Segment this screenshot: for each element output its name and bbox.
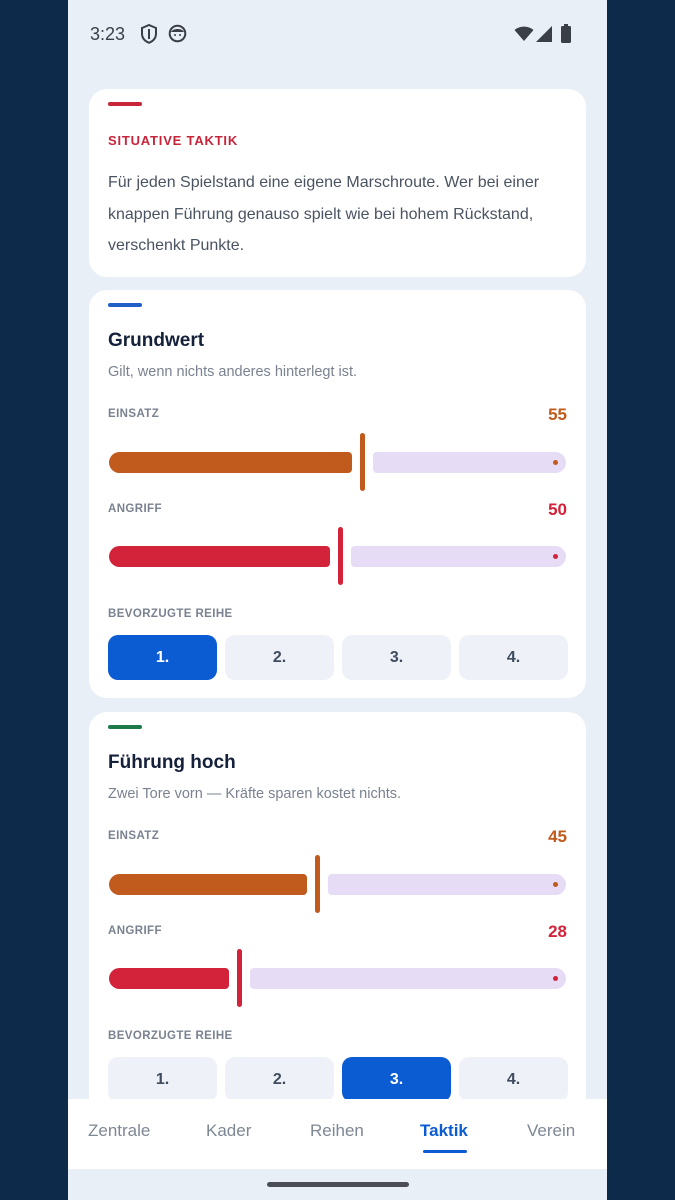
slider-fill	[109, 546, 330, 567]
angriff-label: ANGRIFF	[108, 503, 162, 515]
einsatz-label: EINSATZ	[108, 408, 160, 420]
phone-screen: 3:23 SITUATIVE TAKTIK Für jeden Spielsta…	[68, 0, 607, 1200]
tactic-card-fuehrung-hoch: Führung hoch Zwei Tore vorn — Kräfte spa…	[89, 712, 586, 1132]
nav-item-kader[interactable]: Kader	[206, 1121, 251, 1141]
reihe-option-1[interactable]: 1.	[108, 635, 217, 680]
tactic-title: Führung hoch	[108, 752, 236, 773]
accent-bar	[108, 303, 142, 307]
reihe-option-2[interactable]: 2.	[225, 635, 334, 680]
reihe-option-4[interactable]: 4.	[459, 635, 568, 680]
slider-thumb[interactable]	[338, 527, 343, 585]
einsatz-slider[interactable]	[109, 432, 566, 492]
einsatz-value: 55	[548, 405, 567, 424]
slider-track	[351, 546, 566, 567]
intro-eyebrow: SITUATIVE TAKTIK	[108, 133, 239, 148]
angriff-value: 28	[548, 922, 567, 941]
reihe-option-1[interactable]: 1.	[108, 1057, 217, 1102]
status-time: 3:23	[90, 24, 126, 44]
reihe-option-3[interactable]: 3.	[342, 1057, 451, 1102]
battery-icon	[561, 24, 571, 48]
tactic-subtitle: Gilt, wenn nichts anderes hinterlegt ist…	[108, 364, 358, 380]
wifi-icon	[514, 26, 534, 47]
einsatz-slider[interactable]	[109, 854, 566, 914]
gesture-bar[interactable]	[267, 1182, 409, 1187]
accent-bar	[108, 725, 142, 729]
intro-card: SITUATIVE TAKTIK Für jeden Spielstand ei…	[89, 89, 586, 277]
reihe-option-4[interactable]: 4.	[459, 1057, 568, 1102]
angriff-label: ANGRIFF	[108, 925, 162, 937]
intro-text: Für jeden Spielstand eine eigene Marschr…	[108, 174, 540, 254]
nav-item-verein[interactable]: Verein	[527, 1121, 575, 1141]
bottom-navigation: Zentrale Kader Reihen Taktik Verein	[68, 1099, 607, 1169]
reihe-selector: 1. 2. 3. 4.	[108, 1057, 569, 1102]
nav-item-zentrale[interactable]: Zentrale	[88, 1121, 150, 1141]
slider-track	[250, 968, 566, 989]
reihe-option-2[interactable]: 2.	[225, 1057, 334, 1102]
status-bar: 3:23	[68, 0, 607, 70]
face-icon	[168, 24, 187, 48]
slider-thumb[interactable]	[315, 855, 320, 913]
slider-end-dot	[553, 976, 558, 981]
shield-icon	[140, 23, 158, 49]
nav-active-indicator	[423, 1150, 467, 1153]
slider-fill	[109, 968, 229, 989]
signal-icon	[536, 26, 552, 47]
angriff-slider[interactable]	[109, 526, 566, 586]
nav-item-taktik[interactable]: Taktik	[420, 1121, 468, 1141]
einsatz-value: 45	[548, 827, 567, 846]
einsatz-label: EINSATZ	[108, 830, 160, 842]
slider-end-dot	[553, 882, 558, 887]
accent-bar	[108, 102, 142, 106]
tactic-subtitle: Zwei Tore vorn — Kräfte sparen kostet ni…	[108, 786, 402, 802]
nav-item-reihen[interactable]: Reihen	[310, 1121, 364, 1141]
reihe-label: BEVORZUGTE REIHE	[108, 608, 233, 620]
slider-end-dot	[553, 554, 558, 559]
angriff-slider[interactable]	[109, 948, 566, 1008]
tactic-card-grundwert: Grundwert Gilt, wenn nichts anderes hint…	[89, 290, 586, 698]
reihe-selector: 1. 2. 3. 4.	[108, 635, 569, 680]
slider-thumb[interactable]	[237, 949, 242, 1007]
reihe-option-3[interactable]: 3.	[342, 635, 451, 680]
angriff-value: 50	[548, 500, 567, 519]
slider-fill	[109, 452, 352, 473]
reihe-label: BEVORZUGTE REIHE	[108, 1030, 233, 1042]
slider-fill	[109, 874, 307, 895]
slider-thumb[interactable]	[360, 433, 365, 491]
slider-end-dot	[553, 460, 558, 465]
slider-track	[373, 452, 566, 473]
tactic-title: Grundwert	[108, 330, 205, 351]
slider-track	[328, 874, 566, 895]
